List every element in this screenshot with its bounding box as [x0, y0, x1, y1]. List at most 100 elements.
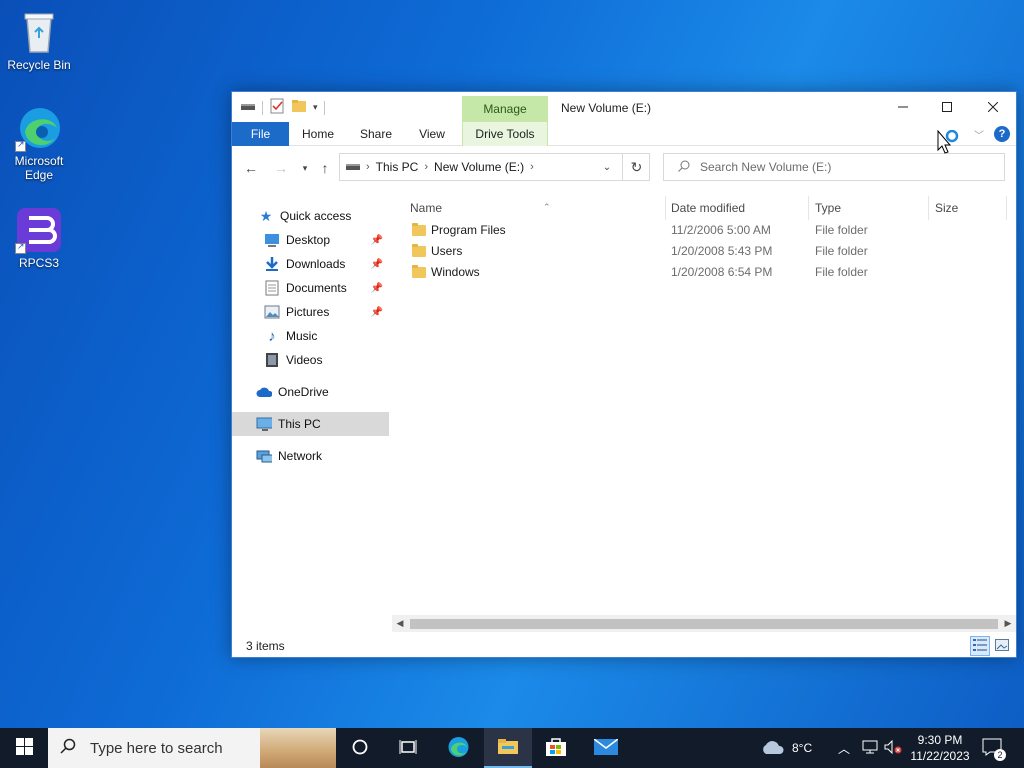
- taskbar-store-button[interactable]: [532, 728, 580, 768]
- volume-button[interactable]: [884, 728, 902, 768]
- column-header-label: Name: [410, 201, 443, 215]
- file-name: Users: [431, 244, 463, 258]
- task-view-button[interactable]: [384, 728, 432, 768]
- scroll-right-icon[interactable]: ▶: [1000, 615, 1016, 632]
- picture-icon: [264, 304, 280, 320]
- refresh-button[interactable]: ↻: [622, 153, 650, 181]
- desktop-folder-icon: [264, 232, 280, 248]
- taskbar-clock[interactable]: 9:30 PM 11/22/2023: [905, 732, 975, 764]
- sidebar-item-downloads[interactable]: Downloads 📌: [232, 252, 389, 276]
- weather-temperature: 8°C: [792, 741, 813, 755]
- pin-icon[interactable]: 📌: [371, 235, 383, 246]
- address-dropdown-button[interactable]: ⌄: [594, 153, 620, 181]
- minimize-icon: [898, 99, 908, 115]
- sidebar-item-pictures[interactable]: Pictures 📌: [232, 300, 389, 324]
- search-highlight-image: [260, 728, 336, 768]
- sidebar-item-quick-access[interactable]: ★ Quick access: [232, 204, 389, 228]
- expand-ribbon-icon[interactable]: ﹀: [974, 127, 984, 142]
- download-arrow-icon: [264, 256, 280, 272]
- breadcrumb-new-volume[interactable]: New Volume (E:): [434, 160, 524, 174]
- column-header-name[interactable]: ⌃ Name: [404, 196, 666, 220]
- scrollbar-thumb[interactable]: [410, 619, 998, 629]
- column-header-type[interactable]: Type: [809, 196, 929, 220]
- start-button[interactable]: [0, 728, 48, 768]
- taskbar-search-box[interactable]: Type here to search: [48, 728, 336, 768]
- sidebar-item-network[interactable]: Network: [232, 444, 389, 468]
- taskbar-file-explorer-button[interactable]: [484, 728, 532, 768]
- file-explorer-window: ▾ Manage New Volume (E:) File Home Share…: [231, 91, 1017, 658]
- edge-icon: [446, 735, 470, 762]
- table-row[interactable]: Program Files 11/2/2006 5:00 AM File fol…: [392, 220, 1016, 241]
- action-center-button[interactable]: 2: [982, 728, 1006, 768]
- sidebar-item-documents[interactable]: Documents 📌: [232, 276, 389, 300]
- up-button[interactable]: ↑: [314, 157, 336, 179]
- desktop-icon-edge[interactable]: Microsoft Edge: [4, 104, 74, 182]
- taskbar-edge-button[interactable]: [434, 728, 482, 768]
- cloud-icon: [256, 384, 272, 400]
- breadcrumb-chevron-icon[interactable]: ›: [530, 161, 534, 173]
- close-button[interactable]: [970, 92, 1016, 122]
- pin-icon[interactable]: 📌: [371, 307, 383, 318]
- folder-icon: [412, 262, 426, 283]
- sidebar-item-desktop[interactable]: Desktop 📌: [232, 228, 389, 252]
- horizontal-scrollbar[interactable]: ◀ ▶: [392, 615, 1016, 632]
- chevron-down-icon: ⌄: [602, 161, 612, 173]
- large-icons-view-button[interactable]: [992, 636, 1012, 656]
- details-view-button[interactable]: [970, 636, 990, 656]
- sidebar-item-label: Desktop: [286, 233, 331, 247]
- breadcrumb-this-pc[interactable]: This PC: [376, 160, 419, 174]
- address-row: ← → ▾ ↑ › This PC › New Volume (E:) › ⌄ …: [232, 152, 1016, 182]
- sidebar-item-onedrive[interactable]: OneDrive: [232, 380, 389, 404]
- tab-home[interactable]: Home: [294, 122, 342, 146]
- tab-view[interactable]: View: [408, 122, 456, 146]
- desktop-icon-recycle-bin[interactable]: Recycle Bin: [4, 8, 74, 72]
- network-status-button[interactable]: [862, 728, 880, 768]
- recent-locations-button[interactable]: ▾: [294, 157, 316, 179]
- scroll-left-icon[interactable]: ◀: [392, 615, 408, 632]
- sidebar-item-this-pc[interactable]: This PC: [232, 412, 389, 436]
- ribbon-right-controls: ﹀ ?: [974, 126, 1010, 142]
- sort-ascending-icon: ⌃: [543, 202, 551, 212]
- show-hidden-icons-button[interactable]: ︿: [838, 728, 850, 768]
- rpcs3-icon: [15, 206, 63, 254]
- maximize-button[interactable]: [924, 92, 970, 122]
- back-button[interactable]: ←: [240, 157, 262, 179]
- task-view-icon: [399, 739, 417, 758]
- pin-icon[interactable]: 📌: [371, 259, 383, 270]
- table-row[interactable]: Users 1/20/2008 5:43 PM File folder: [392, 241, 1016, 262]
- desktop-icon-rpcs3[interactable]: RPCS3: [4, 206, 74, 270]
- file-type: File folder: [815, 244, 868, 258]
- new-folder-icon[interactable]: [291, 98, 307, 117]
- cortana-button[interactable]: [336, 728, 384, 768]
- column-header-size[interactable]: Size: [929, 196, 1007, 220]
- sidebar-item-label: This PC: [278, 417, 321, 431]
- title-bar[interactable]: ▾ Manage New Volume (E:): [232, 92, 1016, 122]
- customize-toolbar-dropdown-icon[interactable]: ▾: [313, 102, 318, 113]
- minimize-button[interactable]: [880, 92, 926, 122]
- tab-file[interactable]: File: [232, 122, 289, 146]
- weather-widget[interactable]: 8°C: [760, 728, 812, 768]
- properties-icon[interactable]: [269, 98, 285, 117]
- table-row[interactable]: Windows 1/20/2008 6:54 PM File folder: [392, 262, 1016, 283]
- help-icon[interactable]: ?: [994, 126, 1010, 142]
- breadcrumb-chevron-icon[interactable]: ›: [424, 161, 428, 173]
- refresh-icon: ↻: [630, 158, 643, 175]
- column-header-date-modified[interactable]: Date modified: [665, 196, 809, 220]
- recycle-bin-icon: [15, 8, 63, 56]
- speaker-muted-icon: [884, 739, 902, 757]
- sidebar-item-videos[interactable]: Videos: [232, 348, 389, 372]
- column-header-label: Size: [935, 201, 959, 215]
- network-icon: [256, 448, 272, 464]
- sidebar-item-music[interactable]: ♪ Music: [232, 324, 389, 348]
- breadcrumb-chevron-icon[interactable]: ›: [366, 161, 370, 173]
- desktop-icon-label: RPCS3: [18, 256, 59, 270]
- tab-share[interactable]: Share: [352, 122, 400, 146]
- forward-button[interactable]: →: [270, 157, 292, 179]
- item-count: 3 items: [246, 639, 285, 653]
- window-title: New Volume (E:): [561, 101, 652, 115]
- pin-icon[interactable]: 📌: [371, 283, 383, 294]
- large-icons-view-icon: [995, 638, 1009, 654]
- tab-drive-tools[interactable]: Drive Tools: [462, 122, 548, 146]
- taskbar-mail-button[interactable]: [582, 728, 630, 768]
- tab-manage[interactable]: Manage: [462, 96, 548, 122]
